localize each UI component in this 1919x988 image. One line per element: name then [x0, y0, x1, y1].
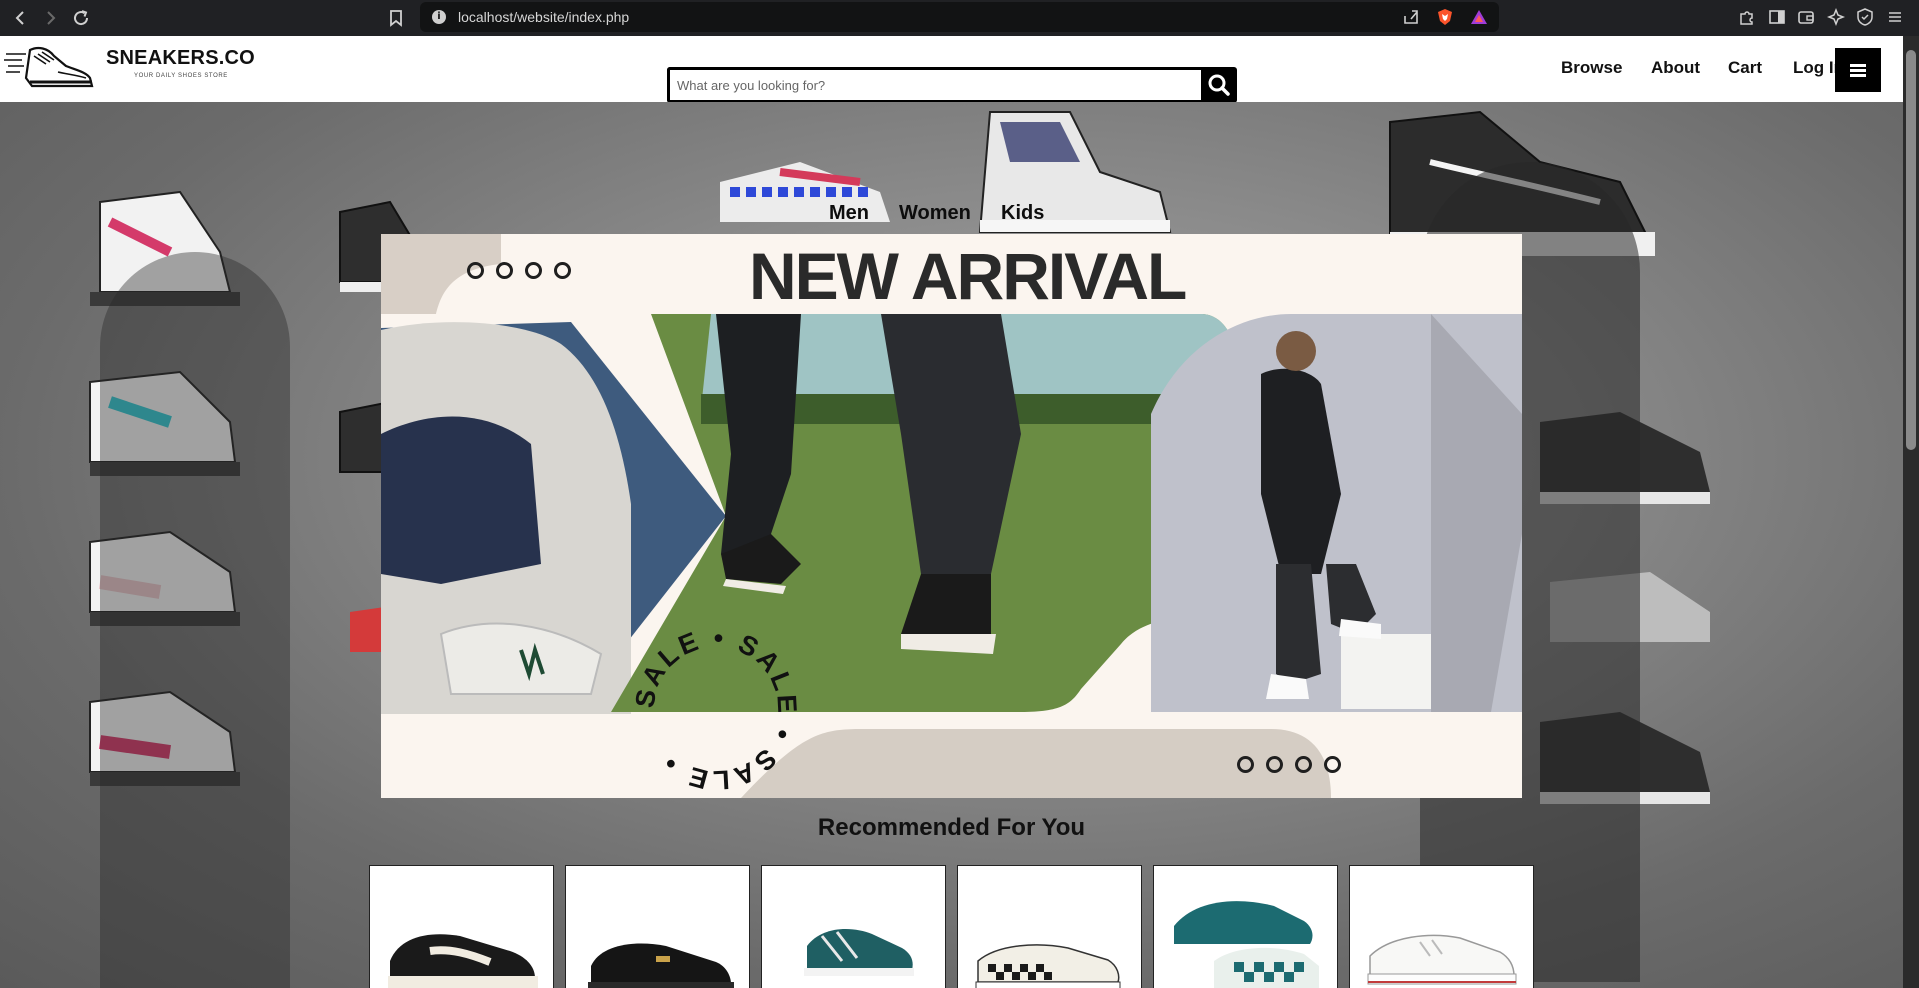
wallet-icon[interactable]	[1796, 7, 1816, 27]
nav-browse[interactable]: Browse	[1561, 58, 1622, 78]
carousel-dots-bottom	[1237, 756, 1353, 776]
page-scrollbar[interactable]	[1903, 36, 1919, 988]
vpn-icon[interactable]	[1855, 7, 1875, 27]
carousel-dot[interactable]	[467, 262, 484, 279]
banner-title: NEW ARRIVAL	[749, 239, 1187, 313]
site-header: SNEAKERS.CO YOUR DAILY SHOES STORE Brows…	[0, 36, 1903, 103]
search-form	[667, 67, 1237, 103]
new-arrival-banner[interactable]: NEW ARRIVAL SALE • SALE • SALE •	[381, 234, 1522, 798]
brave-shield-icon[interactable]	[1435, 8, 1455, 26]
url-text: localhost/website/index.php	[458, 9, 630, 25]
bookmark-icon[interactable]	[386, 6, 406, 30]
carousel-dot[interactable]	[1266, 756, 1283, 773]
banner-artwork	[381, 234, 1522, 798]
carousel-dot[interactable]	[1324, 756, 1341, 773]
product-card[interactable]	[761, 865, 946, 988]
site-info-icon[interactable]: i	[432, 10, 446, 24]
hero-section: Men Women Kids NEW ARRIVAL SALE • SALE •…	[0, 102, 1903, 988]
carousel-dot[interactable]	[496, 262, 513, 279]
category-men[interactable]: Men	[829, 202, 869, 225]
forward-icon[interactable]	[38, 6, 62, 30]
search-input[interactable]	[667, 67, 1201, 103]
teal-sneaker-icon	[804, 929, 914, 976]
address-bar[interactable]: i localhost/website/index.php	[420, 2, 1499, 32]
product-card[interactable]	[1349, 865, 1534, 988]
svg-text:SALE • SALE • SALE •: SALE • SALE • SALE •	[631, 624, 801, 794]
sidebar-icon[interactable]	[1767, 7, 1787, 27]
sale-badge-text: SALE • SALE • SALE •	[631, 624, 799, 794]
carousel-dot[interactable]	[554, 262, 571, 279]
carousel-dot[interactable]	[525, 262, 542, 279]
black-white-sneaker-icon	[388, 934, 538, 988]
category-kids[interactable]: Kids	[1001, 202, 1044, 225]
checkerboard-slip-on-icon	[975, 944, 1121, 988]
sale-badge: SALE • SALE • SALE •	[631, 624, 801, 794]
browser-toolbar: i localhost/website/index.php	[0, 0, 1919, 36]
search-button[interactable]	[1201, 67, 1237, 103]
search-icon	[1208, 74, 1230, 96]
reload-icon[interactable]	[69, 6, 93, 30]
carousel-dot[interactable]	[1295, 756, 1312, 773]
carousel-dot[interactable]	[1237, 756, 1254, 773]
sneaker-logo-icon[interactable]	[4, 42, 94, 92]
carousel-dots-top	[467, 262, 583, 282]
teal-checkerboard-slip-on-icon	[1174, 901, 1319, 988]
product-card[interactable]	[1153, 865, 1338, 988]
recommended-title: Recommended For You	[817, 814, 1086, 841]
white-canvas-sneaker-icon	[1367, 934, 1517, 985]
browser-menu-icon[interactable]	[1885, 7, 1905, 27]
wall-sneaker-red-blue-image	[720, 162, 890, 222]
back-icon[interactable]	[9, 6, 33, 30]
scrollbar-thumb[interactable]	[1906, 50, 1916, 450]
share-icon[interactable]	[1401, 8, 1421, 26]
product-card[interactable]	[369, 865, 554, 988]
brave-rewards-icon[interactable]	[1469, 8, 1489, 26]
product-card[interactable]	[565, 865, 750, 988]
nav-about[interactable]: About	[1651, 58, 1700, 78]
wall-shadow-left	[100, 252, 290, 988]
product-card[interactable]	[957, 865, 1142, 988]
nav-cart[interactable]: Cart	[1728, 58, 1762, 78]
brand-tagline: YOUR DAILY SHOES STORE	[134, 73, 228, 79]
extensions-icon[interactable]	[1737, 7, 1757, 27]
brand-name[interactable]: SNEAKERS.CO	[106, 47, 255, 70]
hamburger-menu-button[interactable]	[1835, 48, 1881, 92]
wall-sneaker-checkered-image	[978, 111, 1172, 233]
black-suede-sneaker-icon	[588, 943, 734, 988]
category-women[interactable]: Women	[899, 202, 971, 225]
leo-ai-icon[interactable]	[1826, 7, 1846, 27]
